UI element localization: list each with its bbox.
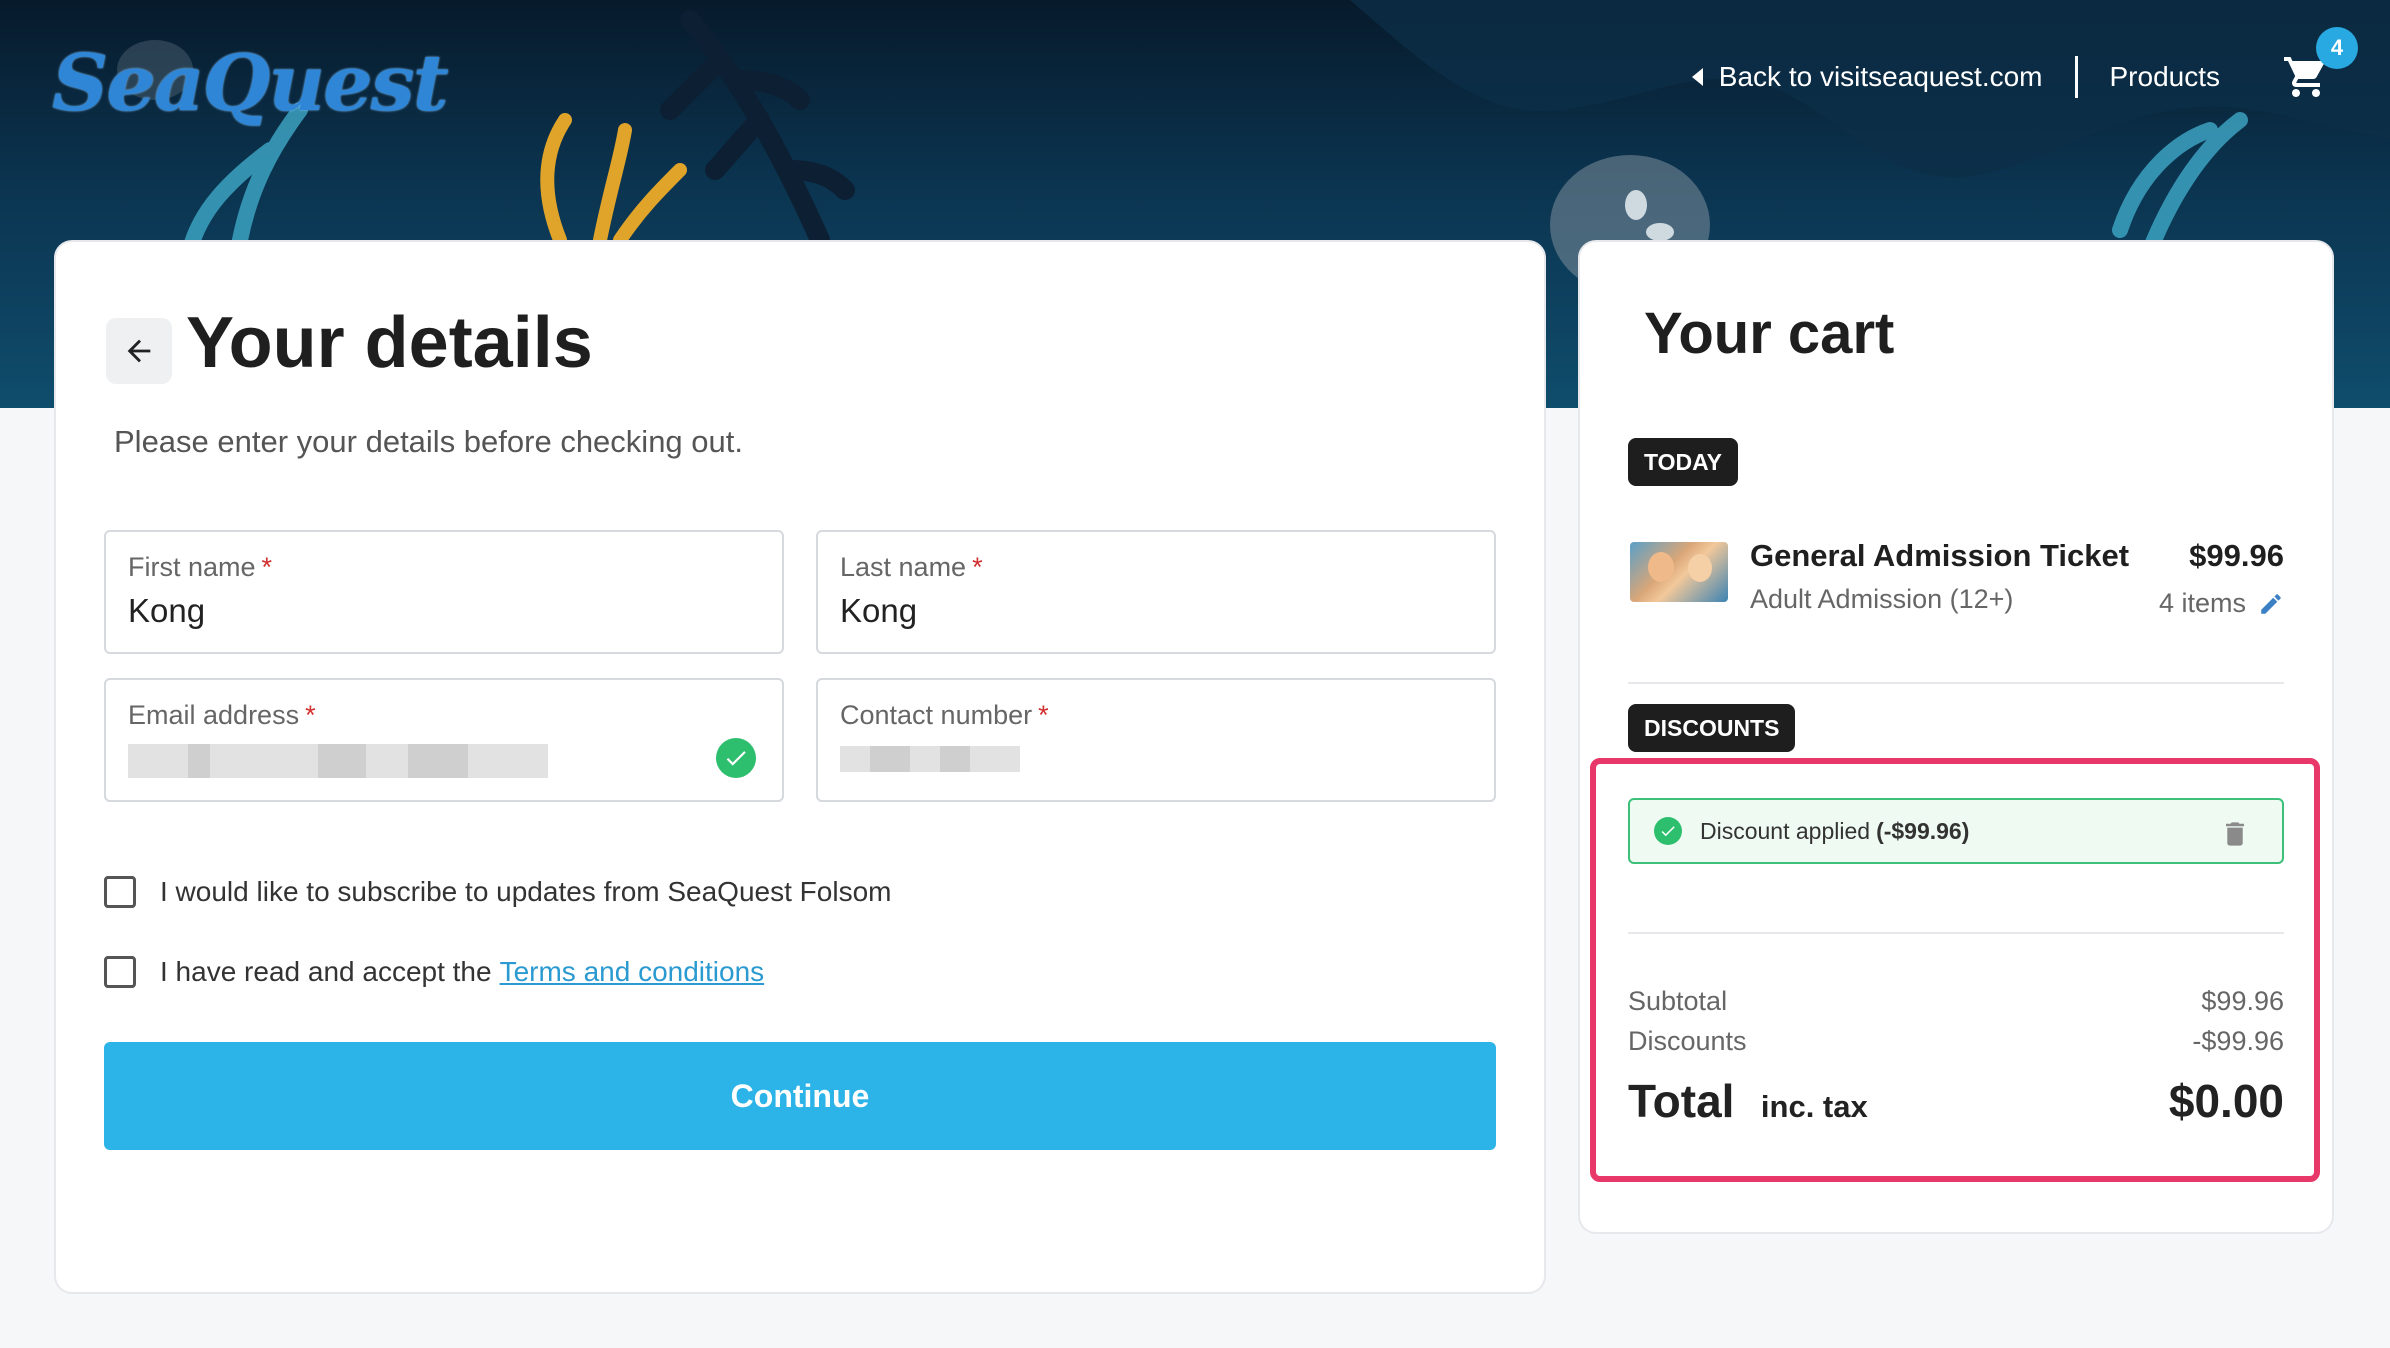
discounts-value: -$99.96	[2192, 1026, 2284, 1056]
terms-checkbox[interactable]	[104, 956, 136, 988]
terms-option: I have read and accept the Terms and con…	[104, 956, 764, 988]
subtotal-label: Subtotal	[1628, 986, 1728, 1016]
contact-number-label: Contact number *	[840, 700, 1049, 730]
cart-title: Your cart	[1644, 301, 1895, 366]
email-field[interactable]: Email address *	[104, 678, 784, 802]
continue-button[interactable]: Continue	[104, 1042, 1496, 1150]
discount-label: Discount applied	[1700, 817, 1871, 844]
contact-number-field[interactable]: Contact number *	[816, 678, 1496, 802]
summary-divider	[1628, 932, 2284, 934]
pencil-icon[interactable]	[2258, 591, 2284, 617]
check-circle-icon	[1654, 817, 1682, 845]
discounts-row: Discounts -$99.96	[1628, 1026, 2284, 1057]
discount-amount: (-$99.96)	[1876, 817, 1970, 844]
ticket-thumbnail	[1630, 542, 1728, 602]
item-name: General Admission Ticket	[1750, 538, 2130, 573]
check-circle-icon	[716, 738, 756, 778]
first-name-label: First name *	[128, 552, 273, 582]
email-redacted-value	[128, 744, 548, 778]
discounts-label: Discounts	[1628, 1026, 1747, 1056]
terms-label: I have read and accept the	[160, 956, 492, 987]
terms-link[interactable]: Terms and conditions	[500, 956, 765, 988]
total-row: Total inc. tax $0.00	[1628, 1074, 2284, 1128]
first-name-value: Kong	[128, 592, 206, 629]
last-name-label: Last name *	[840, 552, 983, 582]
cart-button[interactable]: 4	[2282, 27, 2358, 101]
total-label: Total	[1628, 1075, 1735, 1127]
item-subtitle: Adult Admission (12+)	[1750, 584, 2014, 614]
top-navigation: Back to visitseaquest.com Products 4	[1691, 27, 2358, 102]
nav-separator	[2074, 56, 2078, 98]
discount-applied-banner: Discount applied (-$99.96)	[1628, 798, 2284, 864]
caret-left-icon	[1691, 68, 1703, 86]
cart-divider	[1628, 682, 2284, 684]
item-quantity-label: 4 items	[2158, 588, 2246, 618]
subscribe-option: I would like to subscribe to updates fro…	[104, 876, 891, 908]
page-title: Your details	[186, 303, 593, 383]
products-link[interactable]: Products	[2110, 61, 2221, 93]
item-quantity[interactable]: 4 items	[2159, 588, 2284, 619]
page-subtitle: Please enter your details before checkin…	[114, 424, 743, 459]
contact-redacted-value	[840, 746, 1020, 772]
total-value: $0.00	[2168, 1075, 2284, 1127]
subtotal-row: Subtotal $99.96	[1628, 986, 2284, 1017]
subscribe-checkbox[interactable]	[104, 876, 136, 908]
cart-count-badge: 4	[2316, 27, 2358, 69]
subscribe-label: I would like to subscribe to updates fro…	[160, 876, 892, 907]
subtotal-value: $99.96	[2201, 986, 2284, 1016]
seaquest-logo[interactable]: SeaQuest	[52, 38, 449, 148]
last-name-field[interactable]: Last name * Kong	[816, 530, 1496, 654]
your-details-card: Your details Please enter your details b…	[54, 240, 1546, 1294]
first-name-field[interactable]: First name * Kong	[104, 530, 784, 654]
your-cart-card: Your cart TODAY General Admission Ticket…	[1578, 240, 2334, 1234]
discounts-tag: DISCOUNTS	[1628, 704, 1796, 752]
email-label: Email address *	[128, 700, 316, 730]
back-to-site-link[interactable]: Back to visitseaquest.com	[1691, 61, 2043, 93]
total-tax-label: inc. tax	[1760, 1089, 1868, 1124]
item-price: $99.96	[2189, 538, 2284, 573]
today-tag: TODAY	[1628, 438, 1738, 486]
back-button[interactable]	[106, 318, 172, 384]
trash-icon[interactable]	[2226, 822, 2244, 846]
last-name-value: Kong	[840, 592, 918, 629]
back-to-site-label: Back to visitseaquest.com	[1718, 61, 2043, 92]
back-arrow-icon	[127, 339, 151, 363]
